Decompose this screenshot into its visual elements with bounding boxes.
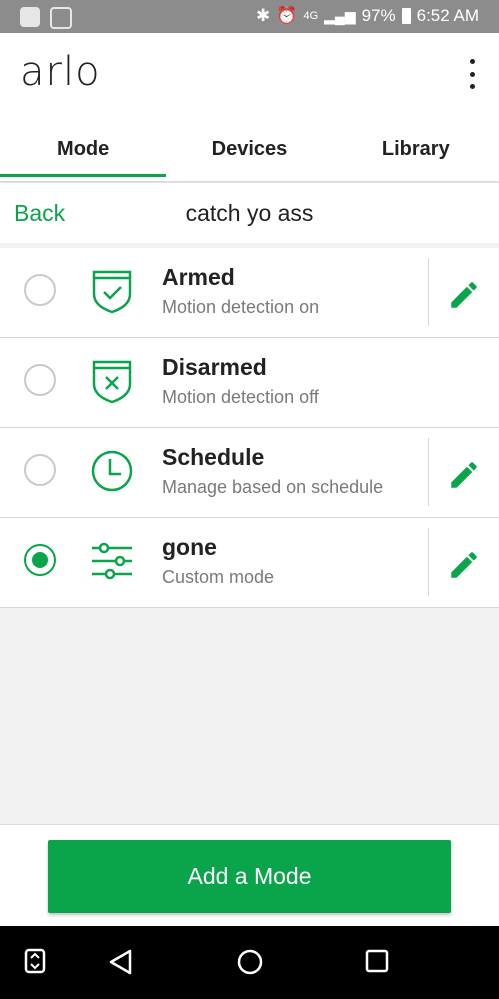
mode-row-disarmed[interactable]: Disarmed Motion detection off	[0, 338, 499, 428]
battery-percent: 97%	[361, 6, 396, 25]
app-bar: arlo Mode Devices Library	[0, 33, 499, 181]
home-nav-icon[interactable]	[236, 948, 264, 976]
tab-label: Devices	[211, 137, 288, 160]
tab-mode[interactable]: Mode	[0, 121, 167, 177]
shield-x-icon	[92, 360, 132, 404]
back-nav-icon[interactable]	[108, 948, 134, 976]
edit-button-schedule[interactable]	[428, 438, 499, 506]
bluetooth-icon: ✱	[256, 6, 271, 25]
pencil-icon	[451, 552, 477, 578]
alarm-icon: ⏰	[276, 6, 298, 25]
tab-library[interactable]: Library	[333, 121, 499, 177]
location-title: catch yo ass	[185, 200, 314, 226]
app-logo: arlo	[20, 49, 101, 95]
mode-description: Motion detection on	[162, 297, 320, 317]
camera-notification-icon	[50, 7, 72, 29]
mode-row-armed[interactable]: Armed Motion detection on	[0, 248, 499, 338]
mode-row-gone[interactable]: gone Custom mode	[0, 518, 499, 608]
edit-button-gone[interactable]	[428, 528, 499, 596]
edit-button-armed[interactable]	[428, 258, 499, 326]
signal-icon: ▂▄▆	[324, 7, 356, 24]
notification-icon	[20, 7, 40, 27]
clock-time: 6:52 AM	[416, 6, 479, 25]
mode-radio-disarmed[interactable]	[24, 364, 56, 396]
shield-check-icon	[92, 270, 132, 314]
tab-label: Mode	[57, 137, 110, 160]
location-nav: Back catch yo ass	[0, 183, 499, 243]
overview-nav-icon[interactable]	[364, 948, 390, 974]
clock-icon	[91, 450, 133, 492]
mode-description: Manage based on schedule	[162, 477, 384, 497]
tab-label: Library	[381, 137, 450, 160]
footer: Add a Mode	[0, 824, 499, 927]
mode-radio-armed[interactable]	[24, 274, 56, 306]
pencil-icon	[451, 462, 477, 488]
tab-devices[interactable]: Devices	[166, 121, 332, 177]
mode-row-schedule[interactable]: Schedule Manage based on schedule	[0, 428, 499, 518]
status-bar: ✱ ⏰ 4G ▂▄▆ 97% 6:52 AM	[0, 0, 499, 33]
mode-radio-schedule[interactable]	[24, 454, 56, 486]
mode-name: Disarmed	[162, 354, 267, 380]
tab-bar: Mode Devices Library	[0, 121, 499, 177]
mode-name: Armed	[162, 264, 235, 290]
mode-description: Motion detection off	[162, 387, 319, 407]
mode-name: Schedule	[162, 444, 265, 470]
mode-list: Armed Motion detection on Disarmed Motio…	[0, 248, 499, 608]
mode-radio-gone[interactable]	[24, 544, 56, 576]
recent-apps-swap-icon[interactable]	[24, 948, 46, 974]
mode-description: Custom mode	[162, 567, 275, 587]
network-label: 4G	[303, 10, 319, 22]
sliders-icon	[92, 542, 132, 580]
add-mode-button[interactable]: Add a Mode	[48, 840, 451, 913]
battery-icon	[401, 8, 411, 24]
pencil-icon	[451, 282, 477, 308]
system-nav-bar	[0, 926, 499, 999]
more-vert-icon[interactable]	[467, 59, 477, 89]
mode-name: gone	[162, 534, 217, 560]
